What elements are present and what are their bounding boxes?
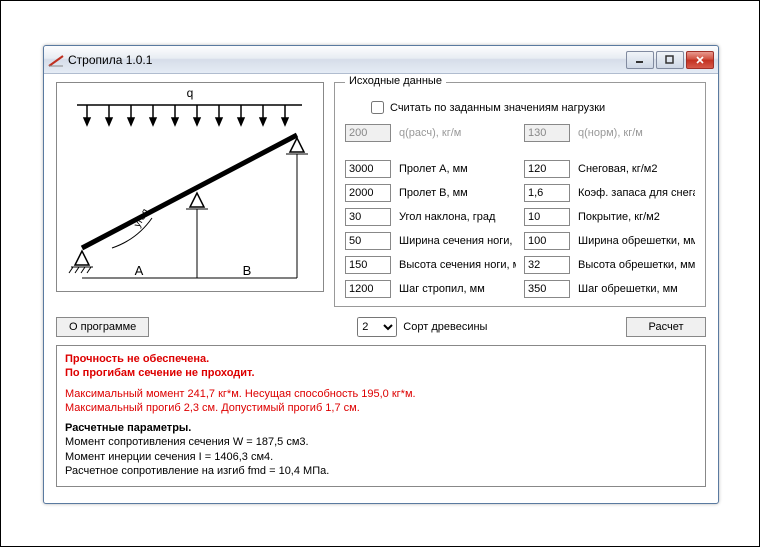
calculate-button[interactable]: Расчет bbox=[626, 317, 706, 337]
result-params-title: Расчетные параметры. bbox=[65, 421, 697, 435]
leg-height-input[interactable] bbox=[345, 256, 391, 274]
minimize-button[interactable] bbox=[626, 51, 654, 69]
app-window: Стропила 1.0.1 q bbox=[43, 45, 719, 504]
lath-width-label: Ширина обрешетки, мм bbox=[578, 235, 695, 247]
result-deflection: По прогибам сечение не проходит. bbox=[65, 366, 697, 380]
snow-coef-input[interactable] bbox=[524, 184, 570, 202]
angle-label: Угол наклона, град bbox=[399, 211, 516, 223]
q-calc-label: q(расч), кг/м bbox=[399, 127, 516, 139]
use-given-loads-label: Считать по заданным значениям нагрузки bbox=[390, 102, 605, 114]
q-label: q bbox=[187, 86, 194, 100]
titlebar: Стропила 1.0.1 bbox=[44, 46, 718, 74]
leg-height-label: Высота сечения ноги, мм bbox=[399, 259, 516, 271]
lath-height-input[interactable] bbox=[524, 256, 570, 274]
result-maxdefl: Максимальный прогиб 2,3 см. Допустимый п… bbox=[65, 401, 697, 415]
app-icon bbox=[48, 52, 64, 68]
result-moment: Максимальный момент 241,7 кг*м. Несущая … bbox=[65, 387, 697, 401]
snow-label: Снеговая, кг/м2 bbox=[578, 163, 695, 175]
result-i: Момент инерции сечения I = 1406,3 см4. bbox=[65, 450, 697, 464]
input-data-group: Исходные данные Считать по заданным знач… bbox=[334, 82, 706, 307]
span-a-label: A bbox=[135, 263, 144, 278]
angle-input[interactable] bbox=[345, 208, 391, 226]
span-b-label: Пролет В, мм bbox=[399, 187, 516, 199]
window-title: Стропила 1.0.1 bbox=[68, 53, 626, 67]
lath-height-label: Высота обрешетки, мм bbox=[578, 259, 695, 271]
close-button[interactable] bbox=[686, 51, 714, 69]
lath-width-input[interactable] bbox=[524, 232, 570, 250]
span-b-label: B bbox=[243, 263, 252, 278]
results-panel: Прочность не обеспечена. По прогибам сеч… bbox=[56, 345, 706, 487]
beam-diagram: q bbox=[56, 82, 324, 292]
lath-step-input[interactable] bbox=[524, 280, 570, 298]
use-given-loads-checkbox[interactable] bbox=[371, 101, 384, 114]
snow-coef-label: Коэф. запаса для снега bbox=[578, 187, 695, 199]
leg-width-input[interactable] bbox=[345, 232, 391, 250]
cover-label: Покрытие, кг/м2 bbox=[578, 211, 695, 223]
q-norm-input bbox=[524, 124, 570, 142]
cover-input[interactable] bbox=[524, 208, 570, 226]
lath-step-label: Шаг обрешетки, мм bbox=[578, 283, 695, 295]
leg-width-label: Ширина сечения ноги, мм bbox=[399, 235, 516, 247]
result-w: Момент сопротивления сечения W = 187,5 с… bbox=[65, 435, 697, 449]
span-a-input[interactable] bbox=[345, 160, 391, 178]
about-button[interactable]: О программе bbox=[56, 317, 149, 337]
form-legend: Исходные данные bbox=[345, 75, 446, 87]
span-b-input[interactable] bbox=[345, 184, 391, 202]
rafter-step-label: Шаг стропил, мм bbox=[399, 283, 516, 295]
wood-grade-label: Сорт древесины bbox=[403, 321, 487, 333]
wood-grade-select[interactable]: 2 bbox=[357, 317, 397, 337]
q-norm-label: q(норм), кг/м bbox=[578, 127, 695, 139]
q-calc-input bbox=[345, 124, 391, 142]
rafter-step-input[interactable] bbox=[345, 280, 391, 298]
result-fmd: Расчетное сопротивление на изгиб fmd = 1… bbox=[65, 464, 697, 478]
span-a-label: Пролет А, мм bbox=[399, 163, 516, 175]
maximize-button[interactable] bbox=[656, 51, 684, 69]
snow-input[interactable] bbox=[524, 160, 570, 178]
result-strength: Прочность не обеспечена. bbox=[65, 352, 697, 366]
